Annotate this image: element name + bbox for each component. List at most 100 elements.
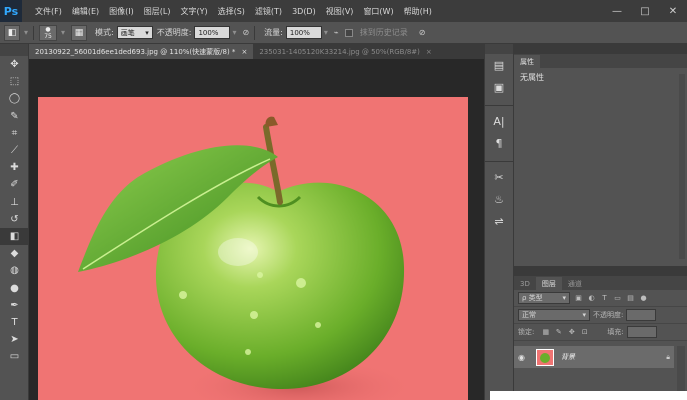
tab-layers[interactable]: 图层 <box>535 277 562 290</box>
eraser-preset-icon[interactable]: ◧ <box>4 24 20 41</box>
mode-select[interactable]: 画笔 ▾ <box>116 26 153 39</box>
filter-adjust-icon[interactable]: ◐ <box>587 294 596 303</box>
tab-document-2[interactable]: 235031-1405120K33214.jpg @ 50%(RGB/8#) × <box>253 44 437 59</box>
history-brush-icon[interactable]: ↺ <box>0 211 29 228</box>
minimize-button[interactable]: — <box>603 0 631 22</box>
tab-document-1[interactable]: 20130922_56001d6ee1ded693.jpg @ 110%(快速蒙… <box>29 44 254 59</box>
toolbox-grip[interactable] <box>0 44 28 56</box>
brush-dropdown-icon[interactable]: ▾ <box>61 28 65 37</box>
menu-3d[interactable]: 3D(D) <box>287 7 321 16</box>
dodge-icon[interactable]: ● <box>0 279 29 296</box>
filter-pixel-icon[interactable]: ▣ <box>574 294 583 303</box>
menu-edit[interactable]: 编辑(E) <box>67 6 104 17</box>
flow-field[interactable]: 100% <box>285 26 322 39</box>
maximize-button[interactable]: □ <box>631 0 659 22</box>
opacity-dropdown-icon[interactable]: ▾ <box>232 28 236 37</box>
no-properties-text: 无属性 <box>520 73 544 82</box>
character-panel-icon[interactable]: A| <box>485 110 513 132</box>
canvas-area[interactable] <box>29 59 484 400</box>
menu-file[interactable]: 文件(F) <box>30 6 67 17</box>
actions-panel-icon[interactable]: ▣ <box>485 76 513 98</box>
filter-shape-icon[interactable]: ▭ <box>613 294 622 303</box>
path-select-icon[interactable]: ➤ <box>0 331 29 348</box>
blend-mode-value: 正常 <box>522 311 536 319</box>
brush-size-value: 75 <box>44 32 52 40</box>
flow-dropdown-icon[interactable]: ▾ <box>324 28 328 37</box>
paint-bucket-icon[interactable]: ◆ <box>0 245 29 262</box>
layer-background[interactable]: ◉ 背景 🔒︎ <box>514 346 674 368</box>
properties-scrollbar[interactable] <box>679 74 685 259</box>
menu-view[interactable]: 视图(V) <box>321 6 359 17</box>
quick-select-icon[interactable]: ✎ <box>0 108 29 125</box>
eyedropper-icon[interactable]: ⟋ <box>0 142 29 159</box>
history-panel-icon[interactable]: ▤ <box>485 54 513 76</box>
airbrush-icon[interactable]: ⌁ <box>334 28 339 37</box>
apple-image <box>78 116 418 400</box>
stamp-icon[interactable]: ⊥ <box>0 194 29 211</box>
lock-all-icon[interactable]: ⊡ <box>580 328 589 337</box>
tab-properties[interactable]: 属性 <box>514 55 540 68</box>
layer-opacity-field[interactable] <box>626 309 657 321</box>
pressure-opacity-icon[interactable]: ⊘ <box>242 28 249 37</box>
filter-label: ρ 类型 <box>522 294 543 302</box>
brush-icon[interactable]: ✐ <box>0 176 29 193</box>
toolbox: ✥ ⬚ ◯ ✎ ⌗ ⟋ ✚ ✐ ⊥ ↺ ◧ ◆ ◍ ● ✒ T ➤ ▭ <box>0 44 29 400</box>
crop-icon[interactable]: ⌗ <box>0 125 29 142</box>
paragraph-panel-icon[interactable]: ¶ <box>485 132 513 154</box>
document-canvas[interactable] <box>38 97 468 400</box>
opacity-value: 100% <box>198 28 219 37</box>
adjust-icon[interactable]: ⇌ <box>485 210 513 232</box>
menu-type[interactable]: 文字(Y) <box>175 6 212 17</box>
history-checkbox[interactable] <box>344 28 353 37</box>
lock-position-icon[interactable]: ✥ <box>567 328 576 337</box>
flow-value: 100% <box>289 28 310 37</box>
preset-dropdown-icon[interactable]: ▾ <box>24 28 28 37</box>
menu-help[interactable]: 帮助(H) <box>399 6 437 17</box>
visibility-eye-icon[interactable]: ◉ <box>518 353 530 362</box>
menu-layer[interactable]: 图层(L) <box>139 6 176 17</box>
brush-size-picker[interactable]: ● 75 <box>39 24 58 41</box>
strip-divider <box>485 154 513 162</box>
lasso-icon[interactable]: ◯ <box>0 90 29 107</box>
close-icon[interactable]: × <box>241 48 247 56</box>
window-overlay-patch <box>490 391 687 400</box>
tab-3d[interactable]: 3D <box>514 277 536 290</box>
move-icon[interactable]: ✥ <box>0 56 29 73</box>
history-label: 抹到历史记录 <box>359 28 408 37</box>
pressure-size-icon[interactable]: ⊘ <box>419 28 426 37</box>
brush-preset-icon[interactable]: ♨ <box>485 188 513 210</box>
menu-image[interactable]: 图像(I) <box>104 6 139 17</box>
brush-panel-icon[interactable]: ▦ <box>71 24 88 41</box>
pen-icon[interactable]: ✒ <box>0 297 29 314</box>
menu-select[interactable]: 选择(S) <box>213 6 250 17</box>
menu-window[interactable]: 窗口(W) <box>358 6 398 17</box>
chevron-down-icon: ▾ <box>582 311 586 319</box>
type-icon[interactable]: T <box>0 314 29 331</box>
document-tab-bar: 20130922_56001d6ee1ded693.jpg @ 110%(快速蒙… <box>29 44 484 59</box>
blend-mode-select[interactable]: 正常 ▾ <box>518 309 590 321</box>
shape-icon[interactable]: ▭ <box>0 348 29 365</box>
divider <box>254 25 256 40</box>
marquee-icon[interactable]: ⬚ <box>0 73 29 90</box>
fill-field[interactable] <box>626 326 657 338</box>
filter-type-icon[interactable]: T <box>600 294 609 303</box>
menu-filter[interactable]: 滤镜(T) <box>250 6 287 17</box>
panel-icon-strip: ▤ ▣ A| ¶ ✂ ♨ ⇌ <box>484 44 514 400</box>
filter-smart-icon[interactable]: ▤ <box>626 294 635 303</box>
layer-filter-select[interactable]: ρ 类型 ▾ <box>518 292 570 304</box>
opacity-field[interactable]: 100% <box>194 26 231 39</box>
tools-preset-icon[interactable]: ✂ <box>485 166 513 188</box>
lock-pixels-icon[interactable]: ✎ <box>554 328 563 337</box>
fill-label: 填充: <box>607 328 624 336</box>
close-button[interactable]: ✕ <box>659 0 687 22</box>
tab-channels[interactable]: 通道 <box>562 277 588 290</box>
filter-toggle-icon[interactable]: ● <box>639 294 648 303</box>
close-icon[interactable]: × <box>426 48 432 56</box>
lock-transparent-icon[interactable]: ▦ <box>541 328 550 337</box>
properties-header <box>514 44 687 54</box>
healing-icon[interactable]: ✚ <box>0 159 29 176</box>
strip-grip[interactable] <box>485 44 513 54</box>
blur-icon[interactable]: ◍ <box>0 262 29 279</box>
mode-label: 模式: <box>95 28 114 37</box>
eraser-icon[interactable]: ◧ <box>0 227 29 246</box>
